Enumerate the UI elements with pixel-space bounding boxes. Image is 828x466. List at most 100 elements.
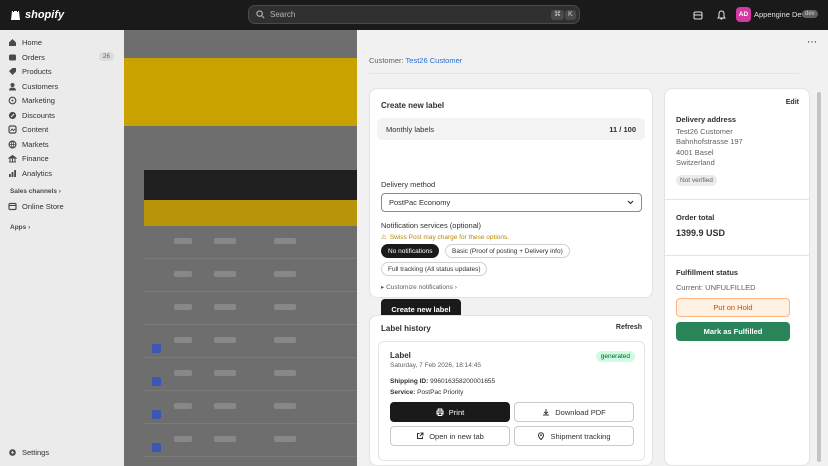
location-pin-icon <box>538 432 545 440</box>
customize-notifications-toggle[interactable]: ▸ Customize notifications › <box>381 283 457 291</box>
brand-name: shopify <box>25 8 65 21</box>
apps-label: Apps <box>10 224 27 231</box>
finance-icon <box>8 154 17 163</box>
external-link-icon <box>417 432 424 439</box>
bell-icon[interactable] <box>714 8 728 22</box>
dev-badge: dev <box>802 10 818 18</box>
analytics-icon <box>8 169 17 178</box>
sidebar-item-marketing[interactable]: Marketing <box>8 94 118 107</box>
service-line: Service: PostPac Priority <box>390 389 463 396</box>
avatar[interactable]: AD <box>736 7 751 22</box>
search-icon <box>256 10 265 19</box>
sidebar-item-label: Products <box>22 67 52 76</box>
customer-link[interactable]: Test26 Customer <box>406 56 463 65</box>
sidebar-item-label: Settings <box>22 448 50 457</box>
main-area: Customer: Test26 Customer Create new lab… <box>124 30 828 466</box>
notification-label: Notification services (optional) <box>381 221 482 230</box>
blurred-banner <box>124 58 357 126</box>
sidebar-item-settings[interactable]: Settings <box>8 446 118 459</box>
open-new-tab-button[interactable]: Open in new tab <box>390 426 510 446</box>
warning-message: ⚠ Swiss Post may charge for these option… <box>381 233 510 242</box>
home-icon <box>8 38 17 47</box>
monthly-labels-label: Monthly labels <box>386 124 434 134</box>
customize-notifications-label: Customize notifications <box>386 284 453 291</box>
option-basic[interactable]: Basic (Proof of posting + Delivery info) <box>445 244 570 258</box>
address-line: Switzerland <box>676 158 715 167</box>
blurred-rows <box>144 226 357 457</box>
shortcut-key-cmd: ⌘ <box>551 10 564 20</box>
chevron-down-icon <box>627 200 634 205</box>
delivery-method-select[interactable]: PostPac Economy <box>381 193 642 212</box>
shopify-logo[interactable]: shopify <box>10 8 64 21</box>
orders-icon <box>8 53 17 62</box>
verification-badge: Not verified <box>676 175 717 186</box>
edit-address-button[interactable]: Edit <box>786 99 799 106</box>
order-summary-card: Edit Delivery address Test26 Customer Ba… <box>664 88 810 466</box>
shipment-tracking-button[interactable]: Shipment tracking <box>514 426 634 446</box>
warning-text: Swiss Post may charge for these options. <box>389 233 510 241</box>
download-pdf-label: Download PDF <box>555 407 606 417</box>
sidebar-item-finance[interactable]: Finance <box>8 152 118 165</box>
caret-right-icon: ▸ <box>381 284 385 291</box>
sidebar-item-label: Content <box>22 125 49 134</box>
orders-count-badge: 26 <box>98 52 114 61</box>
scrollbar[interactable] <box>817 92 821 462</box>
divider <box>665 199 809 200</box>
sidebar-item-label: Marketing <box>22 96 55 105</box>
delivery-address-title: Delivery address <box>676 115 737 124</box>
shopify-bag-icon <box>11 8 20 20</box>
option-no-notifications[interactable]: No notifications <box>381 244 440 258</box>
create-label-title: Create new label <box>381 101 445 110</box>
sidebar-item-products[interactable]: Products <box>8 65 118 78</box>
search-bar[interactable]: Search ⌘ K <box>248 5 580 24</box>
shipping-id-value: 996016358200001655 <box>430 378 496 385</box>
apps-header[interactable]: Apps › <box>10 224 30 231</box>
store-name[interactable]: Appengine Dev <box>754 10 805 19</box>
delivery-method-value: PostPac Economy <box>389 198 451 207</box>
blurred-checkbox <box>152 344 161 353</box>
sales-channels-header[interactable]: Sales channels › <box>10 188 61 195</box>
mark-fulfilled-button[interactable]: Mark as Fulfilled <box>676 322 790 341</box>
create-label-card: Create new label Monthly labels 11 / 100… <box>369 88 653 319</box>
sidebar-item-label: Markets <box>22 140 49 149</box>
download-pdf-button[interactable]: Download PDF <box>514 402 634 422</box>
gear-icon <box>8 448 17 457</box>
sidebar-item-label: Finance <box>22 154 49 163</box>
status-badge: generated <box>595 351 635 362</box>
monthly-labels-box: Monthly labels 11 / 100 <box>377 118 645 140</box>
label-entry: Label Saturday, 7 Feb 2026, 18:14:45 gen… <box>378 341 645 461</box>
sidebar-item-analytics[interactable]: Analytics <box>8 167 118 180</box>
sidebar-item-label: Orders <box>22 53 45 62</box>
online-store-icon <box>8 202 17 211</box>
order-total-title: Order total <box>676 213 715 222</box>
shipping-id-line: Shipping ID: 996016358200001655 <box>390 378 495 385</box>
sidebar-item-customers[interactable]: Customers <box>8 80 118 93</box>
put-on-hold-button[interactable]: Put on Hold <box>676 298 790 317</box>
content-icon <box>8 125 17 134</box>
more-options-icon[interactable]: ⋯ <box>807 37 818 48</box>
option-full-tracking[interactable]: Full tracking (All status updates) <box>381 262 488 276</box>
sidebar-item-label: Customers <box>22 82 59 91</box>
sidebar-item-home[interactable]: Home <box>8 36 118 49</box>
blurred-table-subheader <box>144 200 357 226</box>
marketing-icon <box>8 96 17 105</box>
divider <box>665 255 809 256</box>
store-icon[interactable] <box>691 8 705 22</box>
sidebar-item-markets[interactable]: Markets <box>8 138 118 151</box>
shipment-tracking-label: Shipment tracking <box>550 431 611 441</box>
discounts-icon <box>8 111 17 120</box>
print-button[interactable]: Print <box>390 402 510 422</box>
sidebar-item-content[interactable]: Content <box>8 123 118 136</box>
sidebar-item-discounts[interactable]: Discounts <box>8 109 118 122</box>
warning-icon: ⚠ <box>381 234 387 241</box>
sidebar-item-online-store[interactable]: Online Store <box>8 200 118 213</box>
refresh-button[interactable]: Refresh <box>616 324 642 331</box>
sidebar-item-orders[interactable]: Orders 26 <box>8 51 118 64</box>
shortcut-key-k: K <box>565 10 576 20</box>
chevron-right-icon: › <box>28 224 31 231</box>
fulfillment-status-title: Fulfillment status <box>676 268 739 277</box>
chevron-right-icon: › <box>58 188 61 195</box>
sales-channels-label: Sales channels <box>10 188 57 195</box>
label-entry-title: Label <box>390 351 411 360</box>
fulfillment-current-status: Current: UNFULFILLED <box>676 283 756 292</box>
